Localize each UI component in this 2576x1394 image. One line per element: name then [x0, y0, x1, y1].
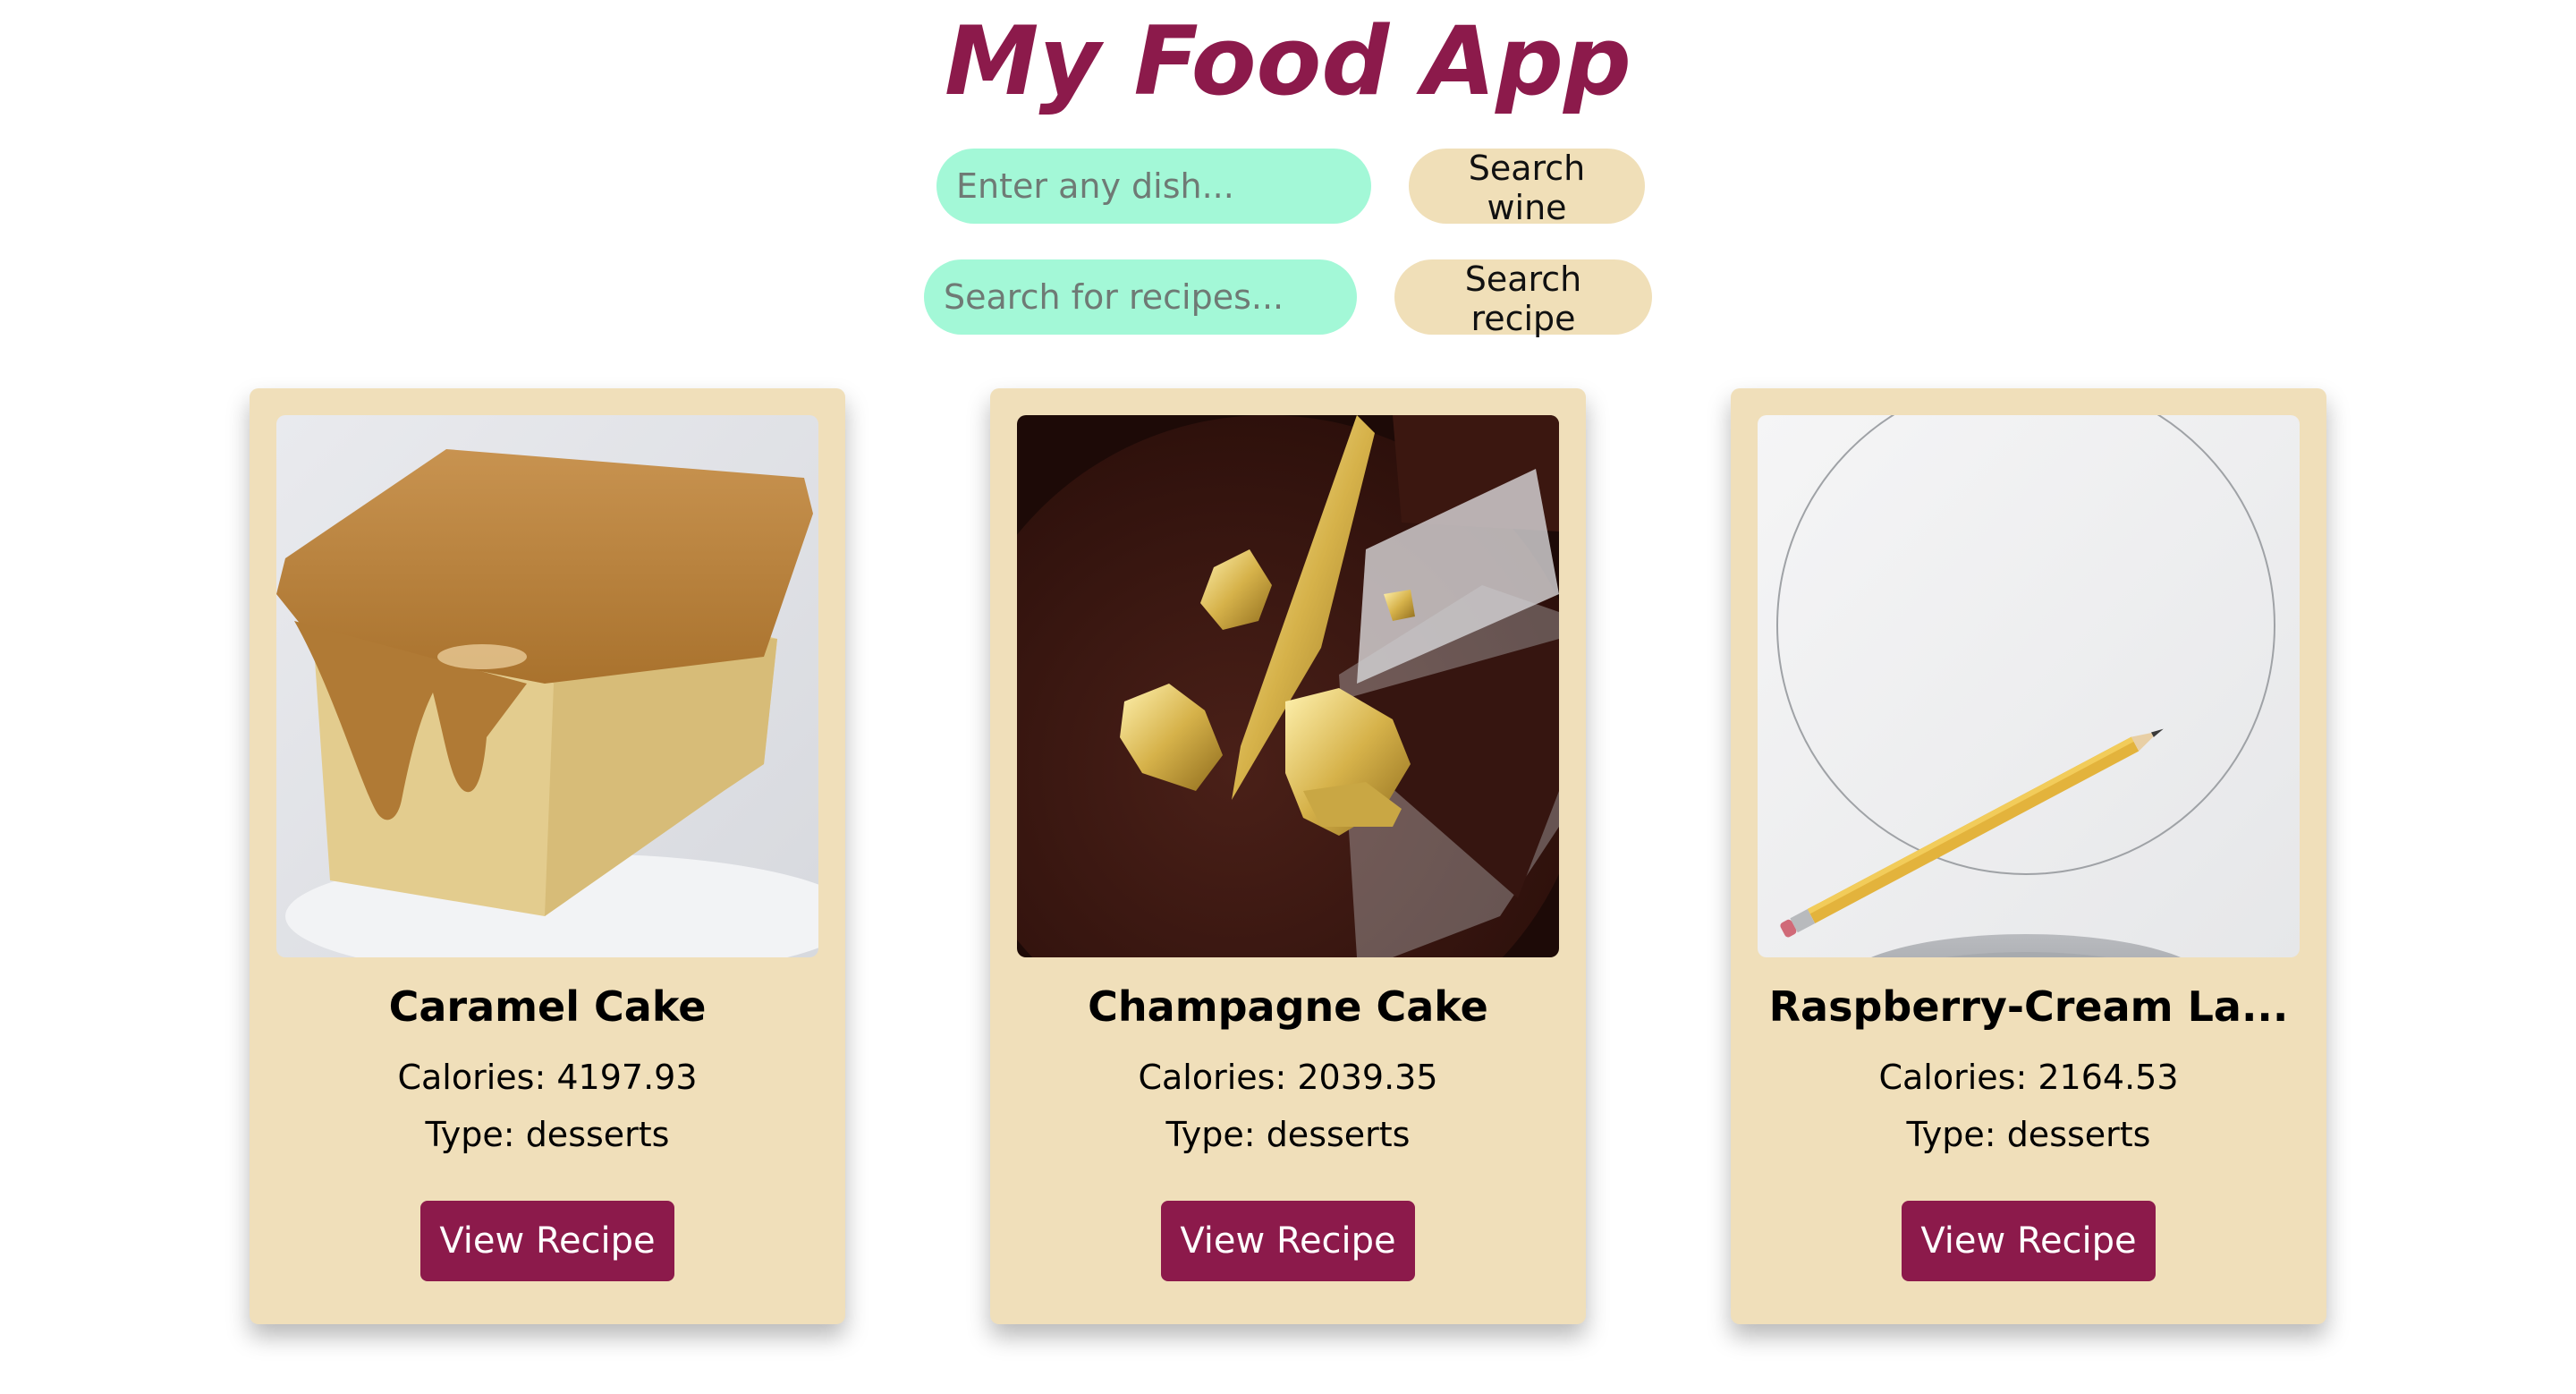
- type-value: desserts: [525, 1115, 670, 1154]
- wine-search-row: Search wine: [0, 149, 2576, 227]
- recipe-type: Type: desserts: [1758, 1106, 2300, 1163]
- app-title: My Food App: [945, 6, 1631, 116]
- recipe-image-caramel-cake: [276, 415, 818, 957]
- type-label: Type:: [1906, 1115, 1996, 1154]
- calories-value: 4197.93: [556, 1058, 698, 1097]
- dish-search-input[interactable]: [936, 149, 1371, 224]
- recipe-calories: Calories: 2164.53: [1758, 1049, 2300, 1106]
- type-value: desserts: [2006, 1115, 2151, 1154]
- view-recipe-button[interactable]: View Recipe: [1902, 1201, 2156, 1281]
- type-label: Type:: [1165, 1115, 1256, 1154]
- recipe-card-list: Caramel Cake Calories: 4197.93 Type: des…: [0, 388, 2576, 1324]
- recipe-card: Caramel Cake Calories: 4197.93 Type: des…: [250, 388, 845, 1324]
- calories-label: Calories:: [1138, 1058, 1287, 1097]
- type-value: desserts: [1266, 1115, 1411, 1154]
- type-label: Type:: [425, 1115, 515, 1154]
- search-wine-button[interactable]: Search wine: [1409, 149, 1645, 227]
- view-recipe-button[interactable]: View Recipe: [1161, 1201, 1415, 1281]
- recipe-card: Raspberry-Cream La... Calories: 2164.53 …: [1731, 388, 2326, 1324]
- recipe-title: Raspberry-Cream La...: [1768, 982, 2289, 1031]
- calories-value: 2039.35: [1297, 1058, 1438, 1097]
- recipe-calories: Calories: 4197.93: [276, 1049, 818, 1106]
- recipe-calories: Calories: 2039.35: [1017, 1049, 1559, 1106]
- recipe-image-champagne-cake: [1017, 415, 1559, 957]
- calories-label: Calories:: [1878, 1058, 2028, 1097]
- recipe-title: Caramel Cake: [388, 982, 707, 1031]
- recipe-title: Champagne Cake: [1088, 982, 1488, 1031]
- recipe-search-input[interactable]: [924, 259, 1357, 335]
- recipe-type: Type: desserts: [1017, 1106, 1559, 1163]
- search-recipe-button[interactable]: Search recipe: [1394, 259, 1652, 338]
- recipe-type: Type: desserts: [276, 1106, 818, 1163]
- calories-label: Calories:: [397, 1058, 547, 1097]
- recipe-image-raspberry-cream: [1758, 415, 2300, 957]
- calories-value: 2164.53: [2038, 1058, 2179, 1097]
- recipe-card: Champagne Cake Calories: 2039.35 Type: d…: [990, 388, 1586, 1324]
- recipe-search-row: Search recipe: [0, 259, 2576, 338]
- view-recipe-button[interactable]: View Recipe: [420, 1201, 674, 1281]
